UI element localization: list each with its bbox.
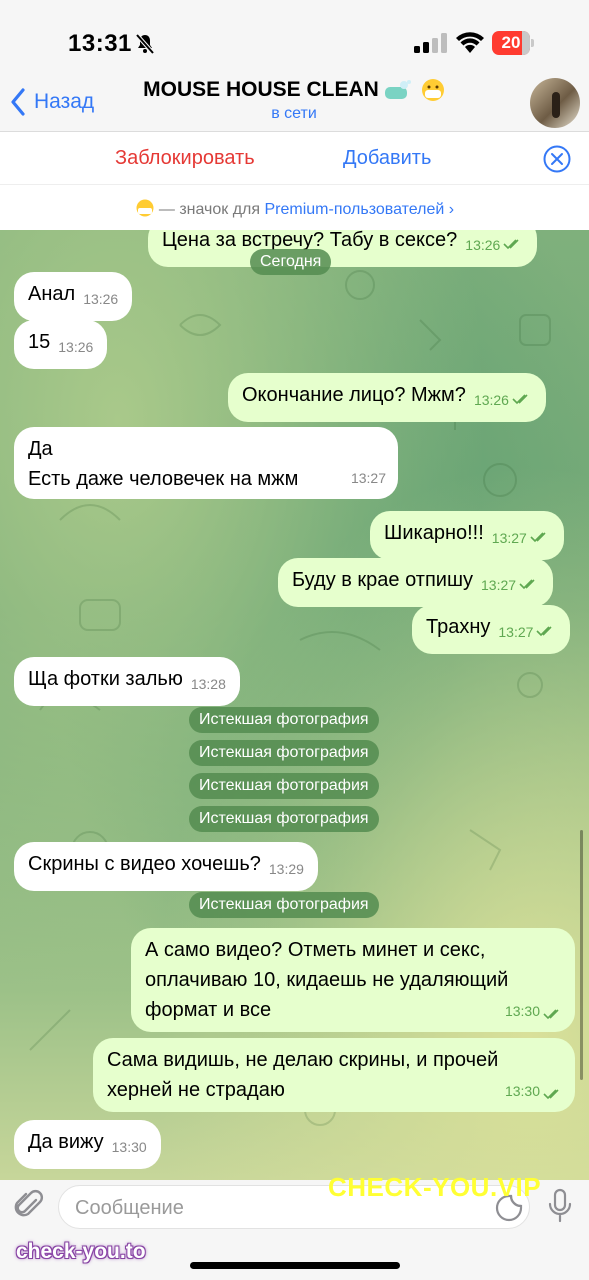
medical-mask-emoji-icon [136, 199, 154, 217]
message-outgoing[interactable]: Цена за встречу? Табу в сексе? 13:26 [148, 230, 538, 267]
message-text: Трахну [426, 616, 491, 638]
chevron-right-icon: › [444, 201, 455, 218]
chat-title-area[interactable]: MOUSE HOUSE CLEAN в сети [120, 78, 468, 123]
battery-icon: 20 [492, 31, 534, 55]
expired-photo-notice[interactable]: Истекшая фотография [189, 892, 379, 918]
message-incoming[interactable]: Анал 13:26 [14, 272, 133, 321]
watermark-bottom: check-you.to [16, 1240, 146, 1263]
message-text: Шикарно!!! [384, 522, 484, 544]
message-text-line: херней не страдаю [107, 1079, 285, 1101]
premium-link[interactable]: Premium-пользователей [265, 201, 445, 218]
message-text: Скрины с видео хочешь? [28, 853, 261, 875]
status-time: 13:31 [68, 30, 132, 57]
message-time: 13:28 [190, 676, 226, 692]
wifi-icon [456, 32, 484, 53]
message-text-line: Есть даже человечек на мжм [28, 468, 299, 490]
double-check-icon [543, 1009, 559, 1020]
message-text-line: А само видео? Отметь минет и секс, [145, 939, 486, 961]
status-bar: 13:31 20 [0, 0, 589, 75]
chevron-left-icon [11, 88, 25, 116]
soap-emoji-icon [384, 80, 411, 99]
contact-actions-bar: Заблокировать Добавить [0, 132, 589, 184]
chat-header: Назад MOUSE HOUSE CLEAN в сети [0, 75, 589, 132]
close-icon[interactable] [543, 145, 571, 173]
message-time: 13:30 [111, 1139, 147, 1155]
message-time: 13:26 [473, 392, 509, 408]
message-text: Анал [28, 283, 76, 305]
watermark-top: CHECK-YOU.VIP [328, 1172, 542, 1202]
message-incoming[interactable]: Да вижу 13:30 [14, 1120, 161, 1169]
paperclip-icon[interactable] [14, 1188, 44, 1222]
message-outgoing[interactable]: Окончание лицо? Мжм? 13:26 [228, 373, 546, 422]
home-indicator[interactable] [190, 1262, 400, 1269]
message-text: Окончание лицо? Мжм? [242, 384, 466, 406]
add-contact-button[interactable]: Добавить [343, 147, 431, 170]
message-time: 13:29 [268, 861, 304, 877]
message-incoming[interactable]: Да Есть даже человечек на мжм 13:27 [14, 427, 398, 499]
expired-photo-notice[interactable]: Истекшая фотография [189, 806, 379, 832]
message-text-line: формат и все [145, 999, 272, 1021]
battery-level: 20 [501, 33, 521, 52]
message-outgoing[interactable]: Буду в крае отпишу 13:27 [278, 558, 554, 607]
double-check-icon [530, 532, 546, 543]
message-outgoing[interactable]: А само видео? Отметь минет и секс, оплач… [131, 928, 575, 1032]
double-check-icon [503, 239, 519, 250]
message-text: Ща фотки залью [28, 668, 183, 690]
message-time-meta: 13:30 [505, 996, 563, 1026]
chat-title-text: MOUSE HOUSE CLEAN [143, 78, 379, 101]
message-time: 13:27 [491, 530, 527, 546]
message-time: 13:26 [58, 339, 94, 355]
message-text: Цена за встречу? Табу в сексе? [162, 230, 458, 251]
muted-bell-icon [135, 33, 155, 55]
message-text-line: Сама видишь, не делаю скрины, и прочей [107, 1049, 499, 1071]
double-check-icon [512, 394, 528, 405]
message-text: 15 [28, 331, 51, 353]
chat-title: MOUSE HOUSE CLEAN [143, 78, 445, 102]
message-time: 13:27 [481, 577, 517, 593]
message-input-placeholder: Сообщение [75, 1197, 184, 1219]
microphone-icon[interactable] [546, 1188, 574, 1224]
message-incoming[interactable]: Скрины с видео хочешь? 13:29 [14, 842, 318, 891]
message-time-meta: 13:30 [505, 1076, 563, 1106]
expired-photo-notice[interactable]: Истекшая фотография [189, 740, 379, 766]
double-check-icon [519, 579, 535, 590]
back-label: Назад [34, 90, 95, 113]
message-time: 13:26 [465, 237, 501, 253]
message-incoming[interactable]: Ща фотки залью 13:28 [14, 657, 240, 706]
message-incoming[interactable]: 15 13:26 [14, 320, 108, 369]
message-time: 13:27 [498, 624, 534, 640]
date-separator: Сегодня [250, 249, 332, 275]
message-time: 13:30 [504, 1083, 540, 1099]
block-button[interactable]: Заблокировать [115, 147, 255, 170]
message-text-line: Да [28, 438, 53, 460]
premium-note-text: — значок для [158, 201, 265, 218]
message-outgoing[interactable]: Трахну 13:27 [412, 605, 571, 654]
message-outgoing[interactable]: Шикарно!!! 13:27 [370, 511, 564, 560]
message-text-line: оплачиваю 10, кидаешь не удаляющий [145, 969, 509, 991]
message-time: 13:26 [83, 291, 119, 307]
message-time: 13:30 [504, 1003, 540, 1019]
chat-status: в сети [271, 105, 317, 122]
message-time: 13:27 [350, 470, 386, 486]
double-check-icon [543, 1089, 559, 1100]
contact-avatar[interactable] [530, 78, 580, 128]
message-text: Буду в крае отпишу [292, 569, 473, 591]
medical-mask-emoji-icon [421, 79, 444, 101]
message-text: Да вижу [28, 1131, 104, 1153]
expired-photo-notice[interactable]: Истекшая фотография [189, 707, 379, 733]
message-outgoing[interactable]: Сама видишь, не делаю скрины, и прочей х… [93, 1038, 575, 1112]
cellular-signal-icon [414, 33, 447, 53]
double-check-icon [536, 626, 553, 637]
chat-area[interactable]: Цена за встречу? Табу в сексе? 13:26 Сего… [0, 230, 589, 1180]
chat-scrollbar[interactable] [580, 830, 583, 1080]
premium-note[interactable]: — значок для Premium-пользователей › [0, 184, 589, 230]
expired-photo-notice[interactable]: Истекшая фотография [189, 773, 379, 799]
back-button[interactable]: Назад [10, 87, 94, 117]
